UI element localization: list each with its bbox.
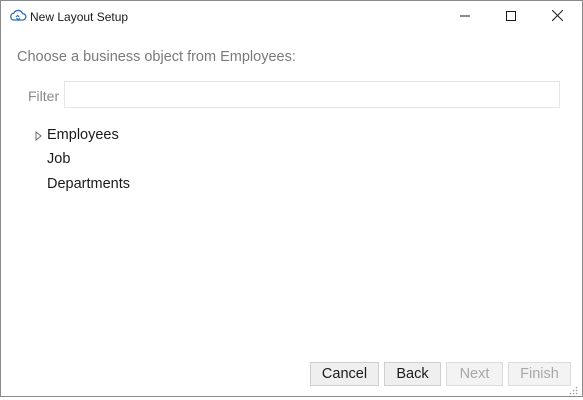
maximize-button[interactable] <box>488 1 534 33</box>
minimize-button[interactable] <box>442 1 488 33</box>
cloud-sync-icon <box>9 9 27 24</box>
close-button[interactable] <box>534 1 580 33</box>
filter-label: Filter <box>28 88 60 104</box>
instruction-text: Choose a business object from Employees: <box>17 49 296 65</box>
dialog-window: New Layout Setup Choose a business objec… <box>0 0 583 397</box>
close-icon <box>551 8 563 26</box>
cancel-button[interactable]: Cancel <box>310 362 379 386</box>
tree-item-job[interactable]: Job <box>47 150 70 168</box>
back-button[interactable]: Back <box>384 362 441 386</box>
maximize-icon <box>506 8 516 26</box>
filter-input[interactable] <box>64 81 560 108</box>
tree-item-employees[interactable]: Employees <box>47 126 119 144</box>
window-title: New Layout Setup <box>30 10 129 24</box>
next-button[interactable]: Next <box>446 362 503 386</box>
resize-grip-icon[interactable] <box>568 382 578 395</box>
expand-arrow-icon[interactable] <box>35 128 43 142</box>
title-bar[interactable]: New Layout Setup <box>1 1 582 33</box>
minimize-icon <box>460 8 470 26</box>
tree-item-departments[interactable]: Departments <box>47 175 130 193</box>
finish-button[interactable]: Finish <box>508 362 571 386</box>
